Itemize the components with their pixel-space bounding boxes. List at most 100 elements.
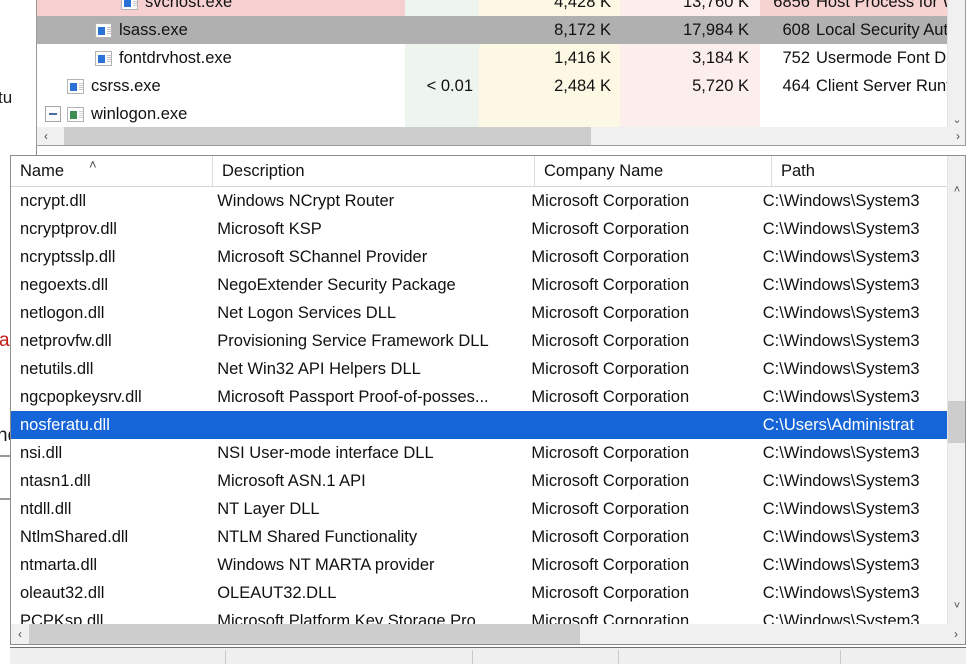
process-private-bytes-cell bbox=[479, 100, 620, 128]
hscroll-thumb[interactable] bbox=[29, 624, 580, 644]
column-header-path[interactable]: Path bbox=[772, 156, 947, 186]
scroll-right-icon[interactable]: › bbox=[949, 127, 965, 145]
process-row-selected[interactable]: lsass.exe 8,172 K 17,984 K 608 Local Sec… bbox=[37, 16, 949, 44]
dll-description-cell: Windows NCrypt Router bbox=[217, 191, 395, 210]
dll-description-cell: NT Layer DLL bbox=[217, 499, 320, 518]
hscroll-track[interactable] bbox=[55, 127, 949, 145]
dll-row[interactable]: ntmarta.dll Windows NT MARTA provider Micr… bbox=[11, 551, 949, 579]
process-tree-rows[interactable]: svchost.exe 4,428 K 13,760 K 6856 Host P… bbox=[37, 0, 949, 128]
vscroll-thumb[interactable] bbox=[948, 401, 965, 443]
process-description: Local Security Aut bbox=[816, 20, 949, 39]
hscroll-thumb[interactable] bbox=[63, 127, 592, 145]
process-working-set-cell: 17,984 K bbox=[620, 16, 760, 44]
dll-description-cell: Microsoft Passport Proof-of-posses... bbox=[217, 387, 489, 406]
status-divider-1 bbox=[225, 650, 226, 664]
app-window-icon bbox=[67, 78, 84, 94]
process-tree-pane[interactable]: svchost.exe 4,428 K 13,760 K 6856 Host P… bbox=[36, 0, 966, 146]
dll-list-header[interactable]: Name ˄ Description Company Name Path bbox=[11, 156, 965, 187]
dll-company-cell: Microsoft Corporation bbox=[531, 527, 690, 546]
process-name: csrss.exe bbox=[91, 76, 161, 95]
process-working-set-cell: 13,760 K bbox=[620, 0, 760, 16]
dll-company-cell: Microsoft Corporation bbox=[531, 443, 690, 462]
process-description-cell bbox=[760, 100, 949, 128]
dll-path-cell: C:\Windows\System3 bbox=[762, 191, 920, 210]
process-private-bytes-cell: 2,484 K bbox=[479, 72, 620, 100]
dll-row[interactable]: ncryptprov.dll Microsoft KSP Microsoft Cor… bbox=[11, 215, 949, 243]
process-row[interactable]: fontdrvhost.exe 1,416 K 3,184 K 752 User… bbox=[37, 44, 949, 72]
process-name-cell[interactable]: csrss.exe bbox=[37, 72, 405, 100]
dll-path-cell: C:\Windows\System3 bbox=[762, 303, 920, 322]
column-header-name-label: Name bbox=[20, 161, 65, 180]
dll-name-cell: ntasn1.dll bbox=[20, 471, 91, 490]
process-cpu-cell bbox=[405, 0, 479, 16]
dll-row[interactable]: negoexts.dll NegoExtender Security Packag… bbox=[11, 271, 949, 299]
dll-company-cell: Microsoft Corporation bbox=[531, 191, 690, 210]
dll-row-selected[interactable]: nosferatu.dll C:\Users\Administrat bbox=[11, 411, 949, 439]
process-name-cell[interactable]: lsass.exe bbox=[37, 16, 405, 44]
dll-name-cell: NtlmShared.dll bbox=[20, 527, 129, 546]
dll-pane-horizontal-scrollbar[interactable]: ‹ › bbox=[11, 624, 965, 644]
dll-list-pane[interactable]: Name ˄ Description Company Name Path ncr… bbox=[10, 155, 966, 645]
app-window-icon bbox=[121, 0, 138, 10]
dll-row[interactable]: netlogon.dll Net Logon Services DLL Micros… bbox=[11, 299, 949, 327]
dll-name-cell: nsi.dll bbox=[20, 443, 63, 462]
dll-path-cell: C:\Windows\System3 bbox=[762, 219, 920, 238]
process-name: svchost.exe bbox=[145, 0, 233, 11]
process-name-cell[interactable]: svchost.exe bbox=[37, 0, 405, 16]
status-bar bbox=[10, 647, 966, 664]
dll-row[interactable]: ncryptsslp.dll Microsoft SChannel Provide… bbox=[11, 243, 949, 271]
process-name-cell[interactable]: winlogon.exe bbox=[37, 100, 405, 128]
scroll-down-icon[interactable]: ˅ bbox=[948, 596, 965, 616]
dll-company-cell: Microsoft Corporation bbox=[531, 359, 690, 378]
scroll-up-icon[interactable]: ˄ bbox=[948, 180, 965, 200]
column-header-company-name[interactable]: Company Name bbox=[535, 156, 772, 186]
hscroll-track[interactable] bbox=[29, 624, 947, 644]
dll-description-cell: Microsoft KSP bbox=[217, 219, 322, 238]
process-row[interactable]: winlogon.exe bbox=[37, 100, 949, 128]
dll-row[interactable]: ntasn1.dll Microsoft ASN.1 API Microsoft C… bbox=[11, 467, 949, 495]
dll-description-cell: OLEAUT32.DLL bbox=[217, 583, 337, 602]
scroll-left-icon[interactable]: ‹ bbox=[37, 127, 55, 145]
dll-row[interactable]: nsi.dll NSI User-mode interface DLL Micros… bbox=[11, 439, 949, 467]
process-cpu-cell bbox=[405, 16, 479, 44]
dll-company-cell: Microsoft Corporation bbox=[531, 303, 690, 322]
resize-grip[interactable] bbox=[949, 648, 966, 664]
process-working-set-cell: 3,184 K bbox=[620, 44, 760, 72]
dll-row[interactable]: ntdll.dll NT Layer DLL Microsoft Corporati… bbox=[11, 495, 949, 523]
dll-name-cell: ncryptsslp.dll bbox=[20, 247, 116, 266]
dll-name-cell: ncrypt.dll bbox=[20, 191, 87, 210]
dll-pane-vertical-scrollbar[interactable]: ˄ ˅ bbox=[947, 156, 965, 627]
dll-path-cell: C:\Windows\System3 bbox=[762, 583, 920, 602]
process-row[interactable]: svchost.exe 4,428 K 13,760 K 6856 Host P… bbox=[37, 0, 949, 16]
tree-collapse-toggle[interactable] bbox=[45, 106, 61, 122]
process-pane-vertical-scrollbar[interactable]: ⌄ bbox=[947, 0, 965, 128]
process-pid: 464 bbox=[782, 76, 810, 95]
process-private-bytes-cell: 4,428 K bbox=[479, 0, 620, 16]
dll-row[interactable]: oleaut32.dll OLEAUT32.DLL Microsoft Corpor… bbox=[11, 579, 949, 607]
dll-description-cell: NSI User-mode interface DLL bbox=[217, 443, 434, 462]
dll-row[interactable]: netprovfw.dll Provisioning Service Framew… bbox=[11, 327, 949, 355]
dll-name-cell: ntmarta.dll bbox=[20, 555, 98, 574]
dll-row[interactable]: ngcpopkeysrv.dll Microsoft Passport Proof… bbox=[11, 383, 949, 411]
dll-row[interactable]: netutils.dll Net Win32 API Helpers DLL Mic… bbox=[11, 355, 949, 383]
scroll-right-icon[interactable]: › bbox=[947, 624, 965, 644]
process-private-bytes-cell: 1,416 K bbox=[479, 44, 620, 72]
process-name-cell[interactable]: fontdrvhost.exe bbox=[37, 44, 405, 72]
column-header-description[interactable]: Description bbox=[213, 156, 535, 186]
process-working-set-cell bbox=[620, 100, 760, 128]
dll-row[interactable]: ncrypt.dll Windows NCrypt Router Microsoft… bbox=[11, 187, 949, 215]
dll-company-cell: Microsoft Corporation bbox=[531, 499, 690, 518]
process-description-cell: 464 Client Server Runt bbox=[760, 72, 949, 100]
dll-row[interactable]: NtlmShared.dll NTLM Shared Functionality M… bbox=[11, 523, 949, 551]
column-header-name[interactable]: Name ˄ bbox=[11, 156, 213, 186]
process-row[interactable]: csrss.exe < 0.01 2,484 K 5,720 K 464 Cli… bbox=[37, 72, 949, 100]
process-pane-horizontal-scrollbar[interactable]: ‹ › bbox=[37, 127, 965, 145]
scroll-left-icon[interactable]: ‹ bbox=[11, 624, 29, 644]
status-divider-2 bbox=[472, 650, 473, 664]
scroll-down-icon[interactable]: ⌄ bbox=[948, 110, 965, 128]
dll-description-cell: Microsoft SChannel Provider bbox=[217, 247, 428, 266]
dll-company-cell: Microsoft Corporation bbox=[531, 387, 690, 406]
dll-list-rows[interactable]: ncrypt.dll Windows NCrypt Router Microsoft… bbox=[11, 187, 949, 627]
dll-name-cell: ncryptprov.dll bbox=[20, 219, 117, 238]
dll-path-cell: C:\Windows\System3 bbox=[762, 331, 920, 350]
